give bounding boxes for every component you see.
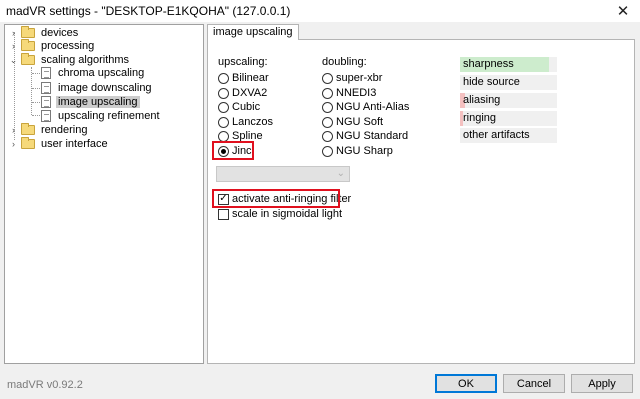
tree-item-upscaling-refinement[interactable]: upscaling refinement bbox=[41, 109, 162, 123]
version-label: madVR v0.92.2 bbox=[7, 379, 83, 391]
close-icon[interactable]: ✕ bbox=[606, 0, 640, 22]
radio-circle[interactable] bbox=[322, 87, 333, 99]
radio-circle[interactable] bbox=[218, 130, 229, 142]
highlight-box-jinc bbox=[212, 141, 254, 160]
radio-nnedi3[interactable]: NNEDI3 bbox=[322, 87, 376, 99]
radio-label: NGU Anti-Alias bbox=[336, 101, 410, 113]
radio-label: Cubic bbox=[232, 101, 261, 113]
tab-image-upscaling[interactable]: image upscaling bbox=[207, 24, 299, 40]
folder-open-icon bbox=[21, 53, 35, 65]
tree-item-devices[interactable]: › devices bbox=[9, 26, 80, 40]
ok-button[interactable]: OK bbox=[435, 374, 497, 393]
tree-item-label: chroma upscaling bbox=[58, 67, 145, 79]
quality-label: ringing bbox=[463, 112, 497, 124]
quality-label: other artifacts bbox=[463, 129, 530, 141]
settings-tree[interactable]: › devices › processing ⌄ scaling algorit… bbox=[4, 24, 204, 364]
tree-item-processing[interactable]: › processing bbox=[9, 39, 96, 53]
quality-label: hide source artifacts bbox=[463, 76, 520, 88]
tree-item-image-downscaling[interactable]: image downscaling bbox=[41, 81, 154, 95]
tree-item-label: user interface bbox=[41, 138, 108, 150]
tree-item-label: image upscaling bbox=[56, 96, 140, 108]
tree-item-image-upscaling[interactable]: image upscaling bbox=[41, 95, 140, 109]
radio-bilinear[interactable]: Bilinear bbox=[218, 72, 269, 84]
document-icon bbox=[41, 67, 51, 79]
radio-label: NGU Sharp bbox=[336, 145, 393, 157]
radio-ngu-sharp[interactable]: NGU Sharp bbox=[322, 145, 393, 157]
quality-label: sharpness bbox=[463, 58, 514, 70]
radio-circle[interactable] bbox=[218, 72, 229, 84]
document-icon bbox=[41, 82, 51, 94]
chevron-right-icon[interactable]: › bbox=[9, 41, 18, 51]
tree-item-rendering[interactable]: › rendering bbox=[9, 123, 89, 137]
tree-item-scaling-algorithms[interactable]: ⌄ scaling algorithms bbox=[9, 53, 131, 67]
window-title: madVR settings - "DESKTOP-E1KQOHA" (127.… bbox=[6, 4, 291, 18]
checkbox-label: scale in sigmoidal light bbox=[232, 208, 343, 220]
tree-connector bbox=[32, 73, 40, 74]
radio-circle[interactable] bbox=[322, 145, 333, 157]
tree-item-label: devices bbox=[41, 27, 79, 39]
quality-row-aliasing: aliasing bbox=[460, 93, 557, 108]
taps-dropdown[interactable]: ⌄ bbox=[216, 166, 350, 182]
doubling-header: doubling: bbox=[322, 56, 367, 68]
chevron-down-icon[interactable]: ⌄ bbox=[337, 168, 345, 179]
radio-label: NNEDI3 bbox=[336, 87, 377, 99]
tree-item-label: scaling algorithms bbox=[41, 54, 130, 66]
folder-icon bbox=[21, 26, 35, 38]
document-icon bbox=[41, 96, 51, 108]
radio-label: super-xbr bbox=[336, 72, 383, 84]
cancel-button[interactable]: Cancel bbox=[503, 374, 565, 393]
radio-label: DXVA2 bbox=[232, 87, 268, 99]
tree-item-chroma-upscaling[interactable]: chroma upscaling bbox=[41, 66, 146, 80]
radio-label: NGU Standard bbox=[336, 130, 409, 142]
radio-ngu-anti-alias[interactable]: NGU Anti-Alias bbox=[322, 101, 409, 113]
radio-label: Bilinear bbox=[232, 72, 269, 84]
radio-super-xbr[interactable]: super-xbr bbox=[322, 72, 382, 84]
tree-connector bbox=[32, 115, 40, 116]
radio-ngu-soft[interactable]: NGU Soft bbox=[322, 116, 383, 128]
radio-circle[interactable] bbox=[322, 101, 333, 113]
document-icon bbox=[41, 110, 51, 122]
radio-circle[interactable] bbox=[322, 72, 333, 84]
quality-row-hide-source-artifacts: hide source artifacts bbox=[460, 75, 557, 90]
radio-circle[interactable] bbox=[218, 87, 229, 99]
tree-item-label: processing bbox=[41, 40, 95, 52]
checkbox-box[interactable] bbox=[218, 208, 229, 220]
chevron-right-icon[interactable]: › bbox=[9, 139, 18, 149]
tree-connector bbox=[32, 88, 40, 89]
highlight-box-anti-ringing bbox=[212, 189, 340, 208]
checkbox-sigmoidal-light[interactable]: scale in sigmoidal light bbox=[218, 208, 342, 220]
quality-label: aliasing bbox=[463, 94, 501, 106]
radio-circle[interactable] bbox=[218, 101, 229, 113]
chevron-down-icon[interactable]: ⌄ bbox=[9, 55, 18, 65]
title-bar: madVR settings - "DESKTOP-E1KQOHA" (127.… bbox=[0, 0, 640, 22]
radio-label: NGU Soft bbox=[336, 116, 384, 128]
tree-item-label: image downscaling bbox=[58, 82, 152, 94]
folder-icon bbox=[21, 123, 35, 135]
tree-item-label: rendering bbox=[41, 124, 88, 136]
quality-row-sharpness: sharpness bbox=[460, 57, 557, 72]
radio-dxva2[interactable]: DXVA2 bbox=[218, 87, 267, 99]
tree-item-label: upscaling refinement bbox=[58, 110, 160, 122]
radio-label: Lanczos bbox=[232, 116, 273, 128]
radio-cubic[interactable]: Cubic bbox=[218, 101, 260, 113]
tree-connector bbox=[32, 102, 40, 103]
quality-row-ringing: ringing bbox=[460, 111, 557, 126]
quality-row-other-artifacts: other artifacts bbox=[460, 128, 557, 143]
radio-lanczos[interactable]: Lanczos bbox=[218, 116, 273, 128]
upscaling-header: upscaling: bbox=[218, 56, 268, 68]
apply-button[interactable]: Apply bbox=[571, 374, 633, 393]
radio-circle[interactable] bbox=[322, 116, 333, 128]
folder-icon bbox=[21, 39, 35, 51]
radio-ngu-standard[interactable]: NGU Standard bbox=[322, 130, 408, 142]
chevron-right-icon[interactable]: › bbox=[9, 28, 18, 38]
radio-circle[interactable] bbox=[218, 116, 229, 128]
radio-circle[interactable] bbox=[322, 130, 333, 142]
chevron-right-icon[interactable]: › bbox=[9, 125, 18, 135]
folder-icon bbox=[21, 137, 35, 149]
tree-connector bbox=[31, 67, 32, 115]
tree-item-user-interface[interactable]: › user interface bbox=[9, 137, 110, 151]
